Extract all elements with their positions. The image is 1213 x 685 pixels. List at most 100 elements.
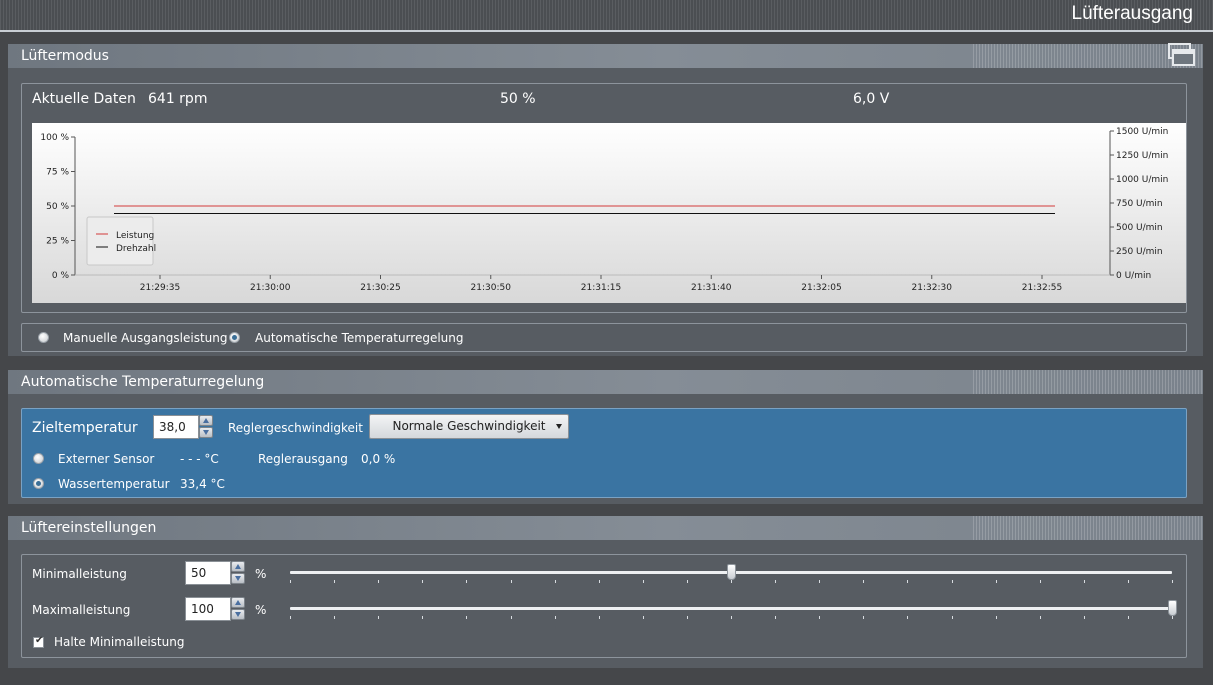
max-power-down[interactable] <box>231 609 245 620</box>
section-header-auto[interactable]: Automatische Temperaturregelung <box>8 370 1203 394</box>
settings-panel: Minimalleistung 50 % Maximalleistung 100… <box>8 540 1203 668</box>
max-power-slider-tick <box>1128 616 1129 619</box>
max-power-slider-track[interactable] <box>290 607 1172 610</box>
target-temp-down[interactable] <box>199 427 213 438</box>
target-temp-input[interactable]: 38,0 <box>153 415 199 439</box>
max-power-slider-tick <box>378 616 379 619</box>
section-title: Automatische Temperaturregelung <box>21 374 265 390</box>
min-power-slider-tick <box>731 580 732 583</box>
min-power-slider-tick <box>1084 580 1085 583</box>
min-power-slider-tick <box>378 580 379 583</box>
min-power-slider-tick <box>643 580 644 583</box>
radio-manual[interactable] <box>38 332 49 343</box>
max-power-slider-tick <box>599 616 600 619</box>
min-power-slider-thumb[interactable] <box>727 564 736 580</box>
section-title: Lüftereinstellungen <box>21 520 157 536</box>
min-power-slider[interactable] <box>290 564 1173 587</box>
settings-box: Minimalleistung 50 % Maximalleistung 100… <box>21 554 1187 658</box>
window-toggle-icon[interactable] <box>1168 43 1195 67</box>
max-power-slider-tick <box>555 616 556 619</box>
min-power-up[interactable] <box>231 561 245 572</box>
x-tick-label: 21:30:50 <box>471 283 512 293</box>
x-tick-label: 21:32:55 <box>1022 283 1062 293</box>
title-bar: Lüfterausgang <box>0 0 1213 32</box>
radio-water-temp[interactable] <box>33 478 44 489</box>
y-right-tick-label: 0 U/min <box>1116 271 1151 281</box>
min-power-slider-tick <box>775 580 776 583</box>
min-power-slider-tick <box>687 580 688 583</box>
y-left-tick-label: 50 % <box>46 202 69 212</box>
radio-manual-label[interactable]: Manuelle Ausgangsleistung <box>63 331 228 345</box>
window-title: Lüfterausgang <box>1071 3 1194 24</box>
min-power-slider-tick <box>555 580 556 583</box>
mode-selector: Manuelle Ausgangsleistung Automatische T… <box>21 323 1187 352</box>
controller-output-label: Reglerausgang <box>258 452 348 466</box>
current-voltage: 6,0 V <box>853 91 890 107</box>
speed-label: Reglergeschwindigkeit <box>228 421 363 435</box>
max-power-up[interactable] <box>231 597 245 608</box>
auto-panel: Zieltemperatur 38,0 Reglergeschwindigkei… <box>8 394 1203 504</box>
min-power-slider-tick <box>996 580 997 583</box>
target-temp-up[interactable] <box>199 415 213 426</box>
max-power-slider[interactable] <box>290 600 1177 623</box>
legend-box <box>86 216 154 266</box>
y-right-tick-label: 1500 U/min <box>1116 127 1168 137</box>
max-power-slider-tick <box>1084 616 1085 619</box>
min-power-slider-tick <box>1172 580 1173 583</box>
current-data-box: Aktuelle Daten 641 rpm 50 % 6,0 V 0 % 25 … <box>21 83 1187 313</box>
min-power-slider-tick <box>1040 580 1041 583</box>
min-power-input[interactable]: 50 <box>185 561 231 585</box>
current-rpm: 641 rpm <box>148 91 208 107</box>
hold-min-checkbox[interactable] <box>33 635 44 648</box>
y-right-tick-label: 1000 U/min <box>1116 175 1168 185</box>
min-power-slider-tick <box>863 580 864 583</box>
auto-control-box: Zieltemperatur 38,0 Reglergeschwindigkei… <box>21 408 1187 498</box>
max-power-slider-tick <box>731 616 732 619</box>
min-power-slider-tick <box>466 580 467 583</box>
y-right-tick-label: 1250 U/min <box>1116 151 1168 161</box>
max-power-unit: % <box>255 603 267 617</box>
hold-min-label[interactable]: Halte Minimalleistung <box>54 635 184 649</box>
luftermodus-panel: Aktuelle Daten 641 rpm 50 % 6,0 V 0 % 25 … <box>8 68 1203 356</box>
fan-chart: 0 % 25 % 50 % 75 % 100 % 0 U/min 250 U/min 500 … <box>32 123 1186 303</box>
max-power-label: Maximalleistung <box>32 603 131 617</box>
min-power-slider-tick <box>1128 580 1129 583</box>
min-power-down[interactable] <box>231 573 245 584</box>
water-temp-label[interactable]: Wassertemperatur <box>58 477 170 491</box>
controller-output-value: 0,0 % <box>361 452 396 466</box>
max-power-slider-tick <box>952 616 953 619</box>
min-power-slider-tick <box>422 580 423 583</box>
min-power-slider-tick <box>819 580 820 583</box>
max-power-slider-tick <box>511 616 512 619</box>
x-tick-label: 21:31:40 <box>691 283 732 293</box>
legend-label-leistung: Leistung <box>116 231 154 241</box>
external-sensor-value: - - - °C <box>180 452 219 466</box>
external-sensor-label[interactable]: Externer Sensor <box>58 452 154 466</box>
radio-auto-label[interactable]: Automatische Temperaturregelung <box>255 331 464 345</box>
radio-auto[interactable] <box>229 332 240 343</box>
max-power-slider-tick <box>687 616 688 619</box>
max-power-slider-tick <box>996 616 997 619</box>
x-tick-label: 21:30:25 <box>360 283 400 293</box>
max-power-slider-tick <box>863 616 864 619</box>
max-power-slider-thumb[interactable] <box>1168 600 1177 616</box>
radio-external-sensor[interactable] <box>33 453 44 464</box>
min-power-slider-tick <box>599 580 600 583</box>
y-left-tick-label: 0 % <box>52 271 70 281</box>
max-power-slider-tick <box>334 616 335 619</box>
speed-select[interactable]: Normale Geschwindigkeit <box>369 414 569 439</box>
section-header-luftermodus[interactable]: Lüftermodus <box>8 44 1203 68</box>
max-power-input[interactable]: 100 <box>185 597 231 621</box>
max-power-slider-tick <box>422 616 423 619</box>
max-power-slider-tick <box>775 616 776 619</box>
y-left-tick-label: 100 % <box>40 133 69 143</box>
y-right-tick-label: 750 U/min <box>1116 199 1163 209</box>
x-tick-label: 21:30:00 <box>250 283 291 293</box>
current-data-label: Aktuelle Daten <box>32 91 136 107</box>
target-temp-label: Zieltemperatur <box>32 420 138 436</box>
section-header-settings[interactable]: Lüftereinstellungen <box>8 516 1203 540</box>
x-tick-label: 21:32:05 <box>801 283 841 293</box>
window-toggle-icon-svg <box>1168 43 1195 66</box>
max-power-slider-tick <box>290 616 291 619</box>
max-power-slider-tick <box>907 616 908 619</box>
